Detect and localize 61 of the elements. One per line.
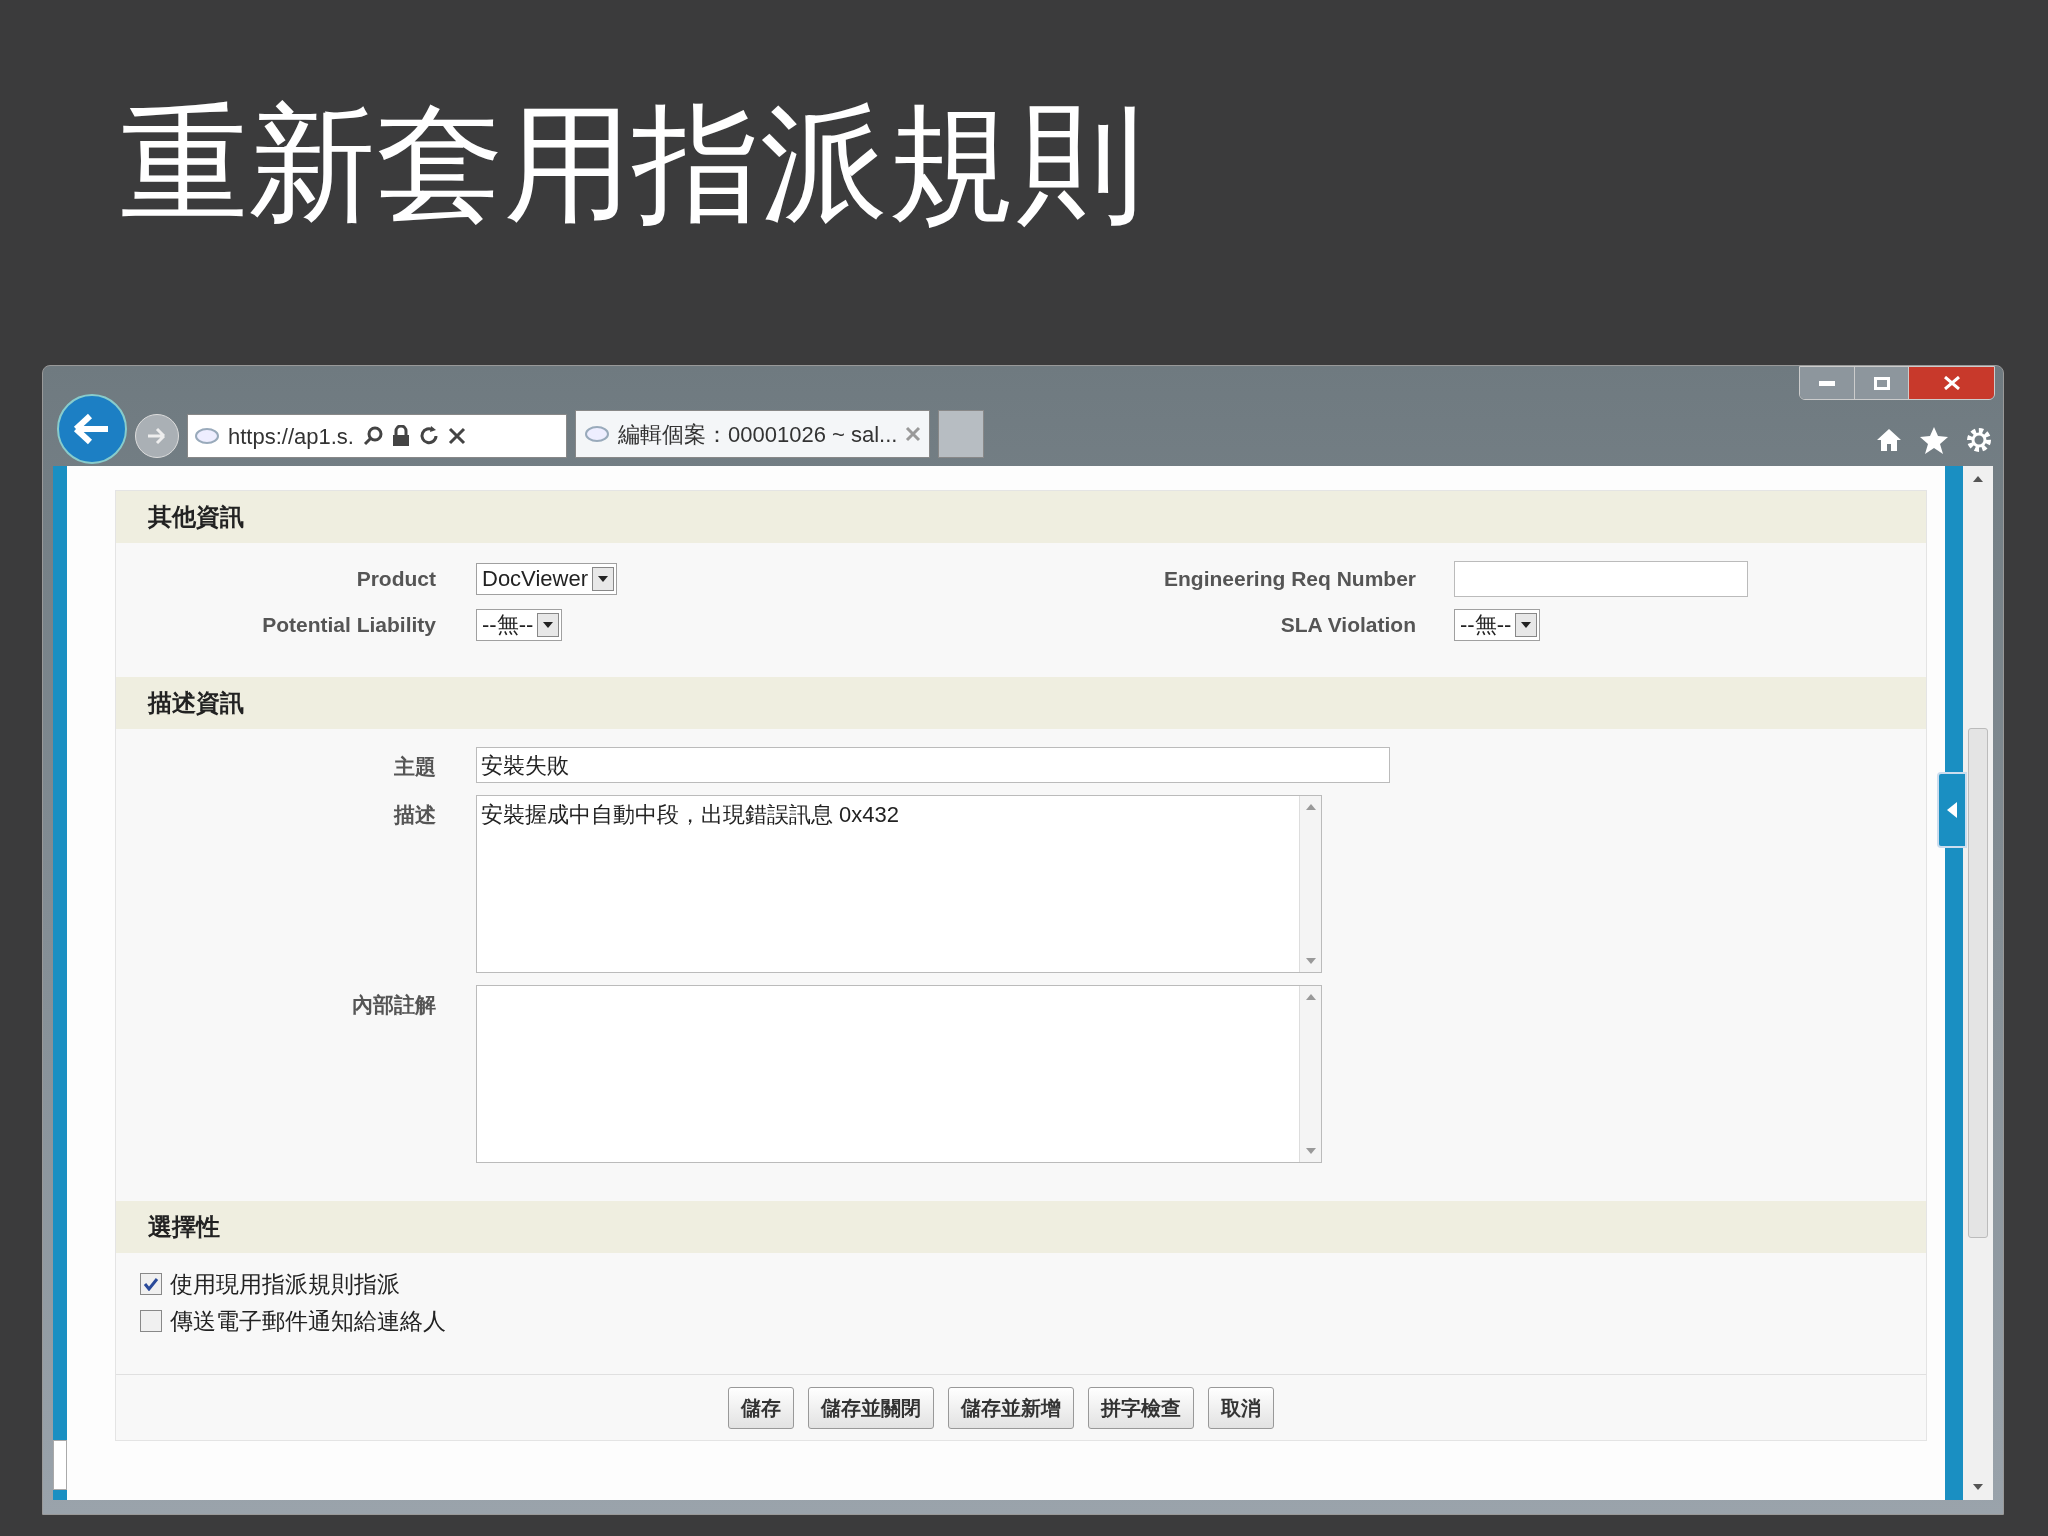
down-arrow-icon <box>1305 1148 1316 1154</box>
checkbox-label: 使用現用指派規則指派 <box>170 1270 400 1299</box>
minimize-button[interactable] <box>1800 367 1854 399</box>
close-icon[interactable] <box>905 426 922 442</box>
checkbox-label: 傳送電子郵件通知給連絡人 <box>170 1306 446 1336</box>
checkbox[interactable] <box>140 1309 162 1332</box>
form-button[interactable]: 儲存 <box>728 1386 794 1429</box>
stop-icon[interactable] <box>447 427 466 445</box>
scroll-thumb[interactable] <box>1968 728 1988 1238</box>
text-field[interactable]: 安裝失敗 <box>476 747 1390 783</box>
dropdown[interactable]: --無-- <box>476 609 563 641</box>
field-label: Product <box>355 566 436 593</box>
field-label: 描述 <box>392 802 436 828</box>
url-text: https://ap1.s. <box>228 422 354 451</box>
caret-icon <box>1515 613 1538 637</box>
field-label: Engineering Req Number <box>1162 566 1416 593</box>
checkbox[interactable] <box>140 1273 162 1296</box>
caret-icon <box>592 567 614 591</box>
text-area[interactable]: 安裝握成中自動中段，出現錯誤訊息 0x432 <box>476 795 1322 973</box>
page-icon <box>194 426 220 446</box>
field-label: 內部註解 <box>351 992 436 1018</box>
dropdown[interactable]: --無-- <box>1454 609 1541 641</box>
maximize-button[interactable] <box>1854 367 1908 399</box>
page-scrollbar[interactable] <box>1963 466 1993 1500</box>
page-icon <box>584 424 610 444</box>
triangle-left-icon <box>1947 802 1957 818</box>
home-icon[interactable] <box>1875 426 1903 454</box>
close-button[interactable] <box>1908 367 1994 399</box>
up-arrow-icon <box>1973 476 1983 482</box>
section-header: 描述資訊 <box>116 677 1926 729</box>
form-button[interactable]: 儲存並新增 <box>948 1386 1074 1429</box>
up-arrow-icon <box>1305 804 1316 810</box>
down-arrow-icon <box>1973 1484 1983 1490</box>
dropdown[interactable]: DocViewer <box>476 563 617 595</box>
up-arrow-icon <box>1305 994 1316 1000</box>
scrollbar[interactable] <box>1299 796 1321 972</box>
arrow-right-icon <box>146 427 168 445</box>
field-label: SLA Violation <box>1279 612 1416 639</box>
down-arrow-icon <box>1305 958 1316 964</box>
settings-icon[interactable] <box>1965 426 1993 454</box>
lock-icon <box>391 425 410 447</box>
field-label: 主題 <box>393 754 436 780</box>
forward-button[interactable] <box>135 414 179 458</box>
section-header: 選擇性 <box>116 1201 1926 1253</box>
field-label: Potential Liability <box>261 612 436 639</box>
address-bar[interactable]: https://ap1.s. <box>187 414 567 458</box>
slide-title: 重新套用指派規則 <box>120 92 1144 235</box>
search-icon[interactable] <box>361 425 384 447</box>
collapse-button[interactable] <box>1937 772 1967 848</box>
star-icon[interactable] <box>1919 426 1949 454</box>
text-field[interactable] <box>1454 561 1748 597</box>
browser-tab[interactable]: 編輯個案：00001026 ~ sal... <box>575 410 931 458</box>
sidebar-toggle[interactable] <box>53 1440 67 1490</box>
new-tab-button[interactable] <box>938 410 985 458</box>
scrollbar[interactable] <box>1299 986 1321 1162</box>
close-icon <box>1942 376 1961 390</box>
form-button[interactable]: 拼字檢查 <box>1088 1386 1194 1429</box>
form-button[interactable]: 儲存並關閉 <box>808 1386 934 1429</box>
section-header: 其他資訊 <box>116 491 1926 543</box>
caret-icon <box>537 613 560 637</box>
form-button[interactable]: 取消 <box>1208 1386 1274 1429</box>
